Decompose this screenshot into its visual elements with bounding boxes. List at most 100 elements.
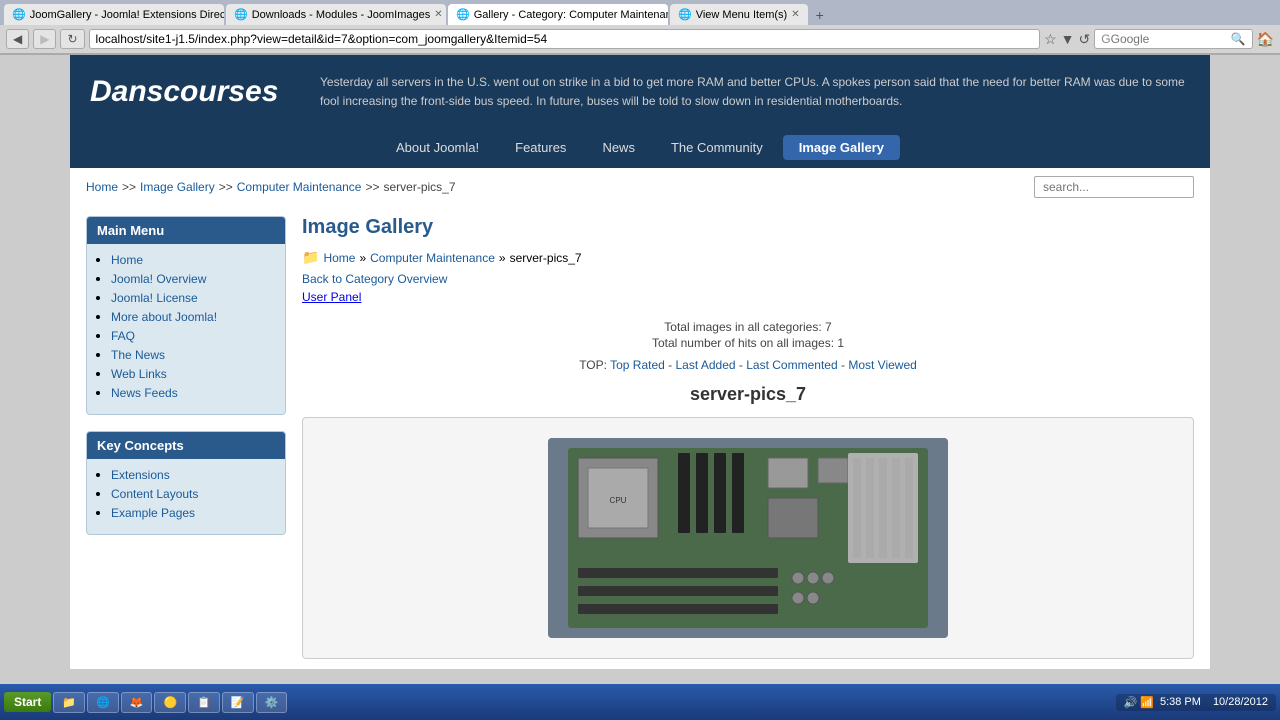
tab-close-2[interactable]: ✕ (434, 9, 442, 20)
page-wrapper: Danscourses Yesterday all servers in the… (70, 55, 1210, 669)
nav-about[interactable]: About Joomla! (380, 135, 495, 160)
google-label: G (1101, 32, 1110, 46)
start-button[interactable]: Start (4, 692, 51, 712)
top-links: TOP: Top Rated - Last Added - Last Comme… (302, 358, 1194, 372)
list-item: Web Links (111, 366, 275, 381)
new-tab-button[interactable]: + (810, 4, 830, 25)
nav-icons: ☆ ▼ ↺ (1044, 31, 1090, 48)
address-bar[interactable] (89, 29, 1041, 49)
breadcrumb-sep-3: >> (365, 180, 379, 194)
content-breadcrumb-home[interactable]: Home (323, 251, 355, 265)
sidebar-item-weblinks[interactable]: Web Links (111, 367, 167, 381)
browser-tab-4[interactable]: 🌐 View Menu Item(s) ✕ (670, 4, 808, 25)
content-area: Image Gallery 📁 Home » Computer Maintena… (302, 216, 1194, 659)
breadcrumb-sep-1: >> (122, 180, 136, 194)
arrow-sep-1: » (359, 251, 366, 265)
tab-icon-1: 🌐 (12, 8, 26, 21)
content-breadcrumb-category[interactable]: Computer Maintenance (370, 251, 495, 265)
sidebar-item-license[interactable]: Joomla! License (111, 291, 198, 305)
list-item: Example Pages (111, 505, 275, 520)
nav-news[interactable]: News (586, 135, 651, 160)
explorer-icon: 📁 (62, 696, 76, 709)
taskbar-time: 5:38 PM (1160, 696, 1201, 708)
taskbar-item-3[interactable]: 🟡 (154, 692, 186, 713)
nav-community[interactable]: The Community (655, 135, 779, 160)
user-panel-anchor[interactable]: User Panel (302, 290, 361, 304)
tab-label-3: Gallery - Category: Computer Maintenan..… (474, 9, 668, 21)
breadcrumb-home[interactable]: Home (86, 180, 118, 194)
last-commented-link[interactable]: Last Commented (746, 358, 837, 372)
breadcrumb-bar: Home >> Image Gallery >> Computer Mainte… (70, 168, 1210, 206)
sidebar-item-newsfeeds[interactable]: News Feeds (111, 386, 178, 400)
sidebar-item-more[interactable]: More about Joomla! (111, 310, 217, 324)
forward-button[interactable]: ▶ (33, 29, 56, 49)
top-rated-link[interactable]: Top Rated (610, 358, 665, 372)
browser-search-input[interactable] (1111, 32, 1231, 46)
browser-tabs: 🌐 JoomGallery - Joomla! Extensions Direc… (0, 0, 1280, 25)
main-menu-list: Home Joomla! Overview Joomla! License Mo… (87, 244, 285, 414)
refresh-icon[interactable]: ↺ (1079, 31, 1091, 48)
search-icon[interactable]: 🔍 (1231, 32, 1246, 46)
sidebar-item-news[interactable]: The News (111, 348, 165, 362)
sidebar-item-content-layouts[interactable]: Content Layouts (111, 487, 198, 501)
taskbar-date: 10/28/2012 (1213, 696, 1268, 708)
page-title: Image Gallery (302, 216, 1194, 239)
action-links: Back to Category Overview (302, 272, 1194, 286)
breadcrumb-gallery[interactable]: Image Gallery (140, 180, 215, 194)
nav-gallery[interactable]: Image Gallery (783, 135, 900, 160)
browser-tab-2[interactable]: 🌐 Downloads - Modules - JoomImages ✕ (226, 4, 446, 25)
key-concepts-title: Key Concepts (87, 432, 285, 459)
site-logo: Danscourses (90, 65, 290, 109)
list-item: Joomla! License (111, 290, 275, 305)
breadcrumb-category[interactable]: Computer Maintenance (237, 180, 362, 194)
back-to-category-link[interactable]: Back to Category Overview (302, 272, 447, 286)
back-button[interactable]: ◀ (6, 29, 29, 49)
taskbar-item-ie[interactable]: 🌐 (87, 692, 119, 713)
browser-tab-1[interactable]: 🌐 JoomGallery - Joomla! Extensions Direc… (4, 4, 224, 25)
sidebar-item-overview[interactable]: Joomla! Overview (111, 272, 206, 286)
taskbar-item-6[interactable]: ⚙️ (256, 692, 288, 713)
search-input[interactable] (1034, 176, 1194, 198)
taskbar: Start 📁 🌐 🦊 🟡 📋 📝 ⚙️ 🔊 📶 5:38 PM 10/28/2… (0, 684, 1280, 720)
taskbar-item-explorer[interactable]: 📁 (53, 692, 85, 713)
sidebar-item-home[interactable]: Home (111, 253, 143, 267)
breadcrumb-sep-2: >> (219, 180, 233, 194)
search-bar[interactable]: G 🔍 (1094, 29, 1252, 49)
list-item: Joomla! Overview (111, 271, 275, 286)
star-icon[interactable]: ☆ (1044, 31, 1057, 48)
tab-close-4[interactable]: ✕ (791, 9, 799, 20)
list-item: Extensions (111, 467, 275, 482)
sidebar-item-example-pages[interactable]: Example Pages (111, 506, 195, 520)
nav-features[interactable]: Features (499, 135, 582, 160)
tab-icon-2: 🌐 (234, 8, 248, 21)
content-breadcrumb: 📁 Home » Computer Maintenance » server-p… (302, 249, 1194, 266)
key-concepts-list: Extensions Content Layouts Example Pages (87, 459, 285, 534)
taskbar-item-5[interactable]: 📝 (222, 692, 254, 713)
reload-button[interactable]: ↻ (60, 29, 84, 49)
home-icon[interactable]: 🏠 (1257, 31, 1274, 48)
site-header: Danscourses Yesterday all servers in the… (70, 55, 1210, 135)
content-breadcrumb-current: server-pics_7 (510, 251, 582, 265)
list-item: The News (111, 347, 275, 362)
app-icon-3: 🟡 (163, 696, 177, 709)
most-viewed-link[interactable]: Most Viewed (848, 358, 916, 372)
main-layout: Main Menu Home Joomla! Overview Joomla! … (70, 206, 1210, 669)
sidebar-item-faq[interactable]: FAQ (111, 329, 135, 343)
address-input[interactable] (96, 32, 1034, 46)
sidebar: Main Menu Home Joomla! Overview Joomla! … (86, 216, 286, 659)
taskbar-item-firefox[interactable]: 🦊 (121, 692, 153, 713)
app-icon-4: 📋 (197, 696, 211, 709)
ie-icon: 🌐 (96, 696, 110, 709)
arrow-sep-2: » (499, 251, 506, 265)
sidebar-item-extensions[interactable]: Extensions (111, 468, 170, 482)
app-icon-5: 📝 (231, 696, 245, 709)
bookmark-icon[interactable]: ▼ (1061, 31, 1075, 47)
list-item: Home (111, 252, 275, 267)
last-added-link[interactable]: Last Added (676, 358, 736, 372)
top-label: TOP: (579, 358, 607, 372)
taskbar-item-4[interactable]: 📋 (188, 692, 220, 713)
stats-section: Total images in all categories: 7 Total … (302, 320, 1194, 350)
breadcrumb-search[interactable] (1034, 176, 1194, 198)
browser-tab-3[interactable]: 🌐 Gallery - Category: Computer Maintenan… (448, 4, 668, 25)
top-sep-1: - (668, 358, 675, 372)
